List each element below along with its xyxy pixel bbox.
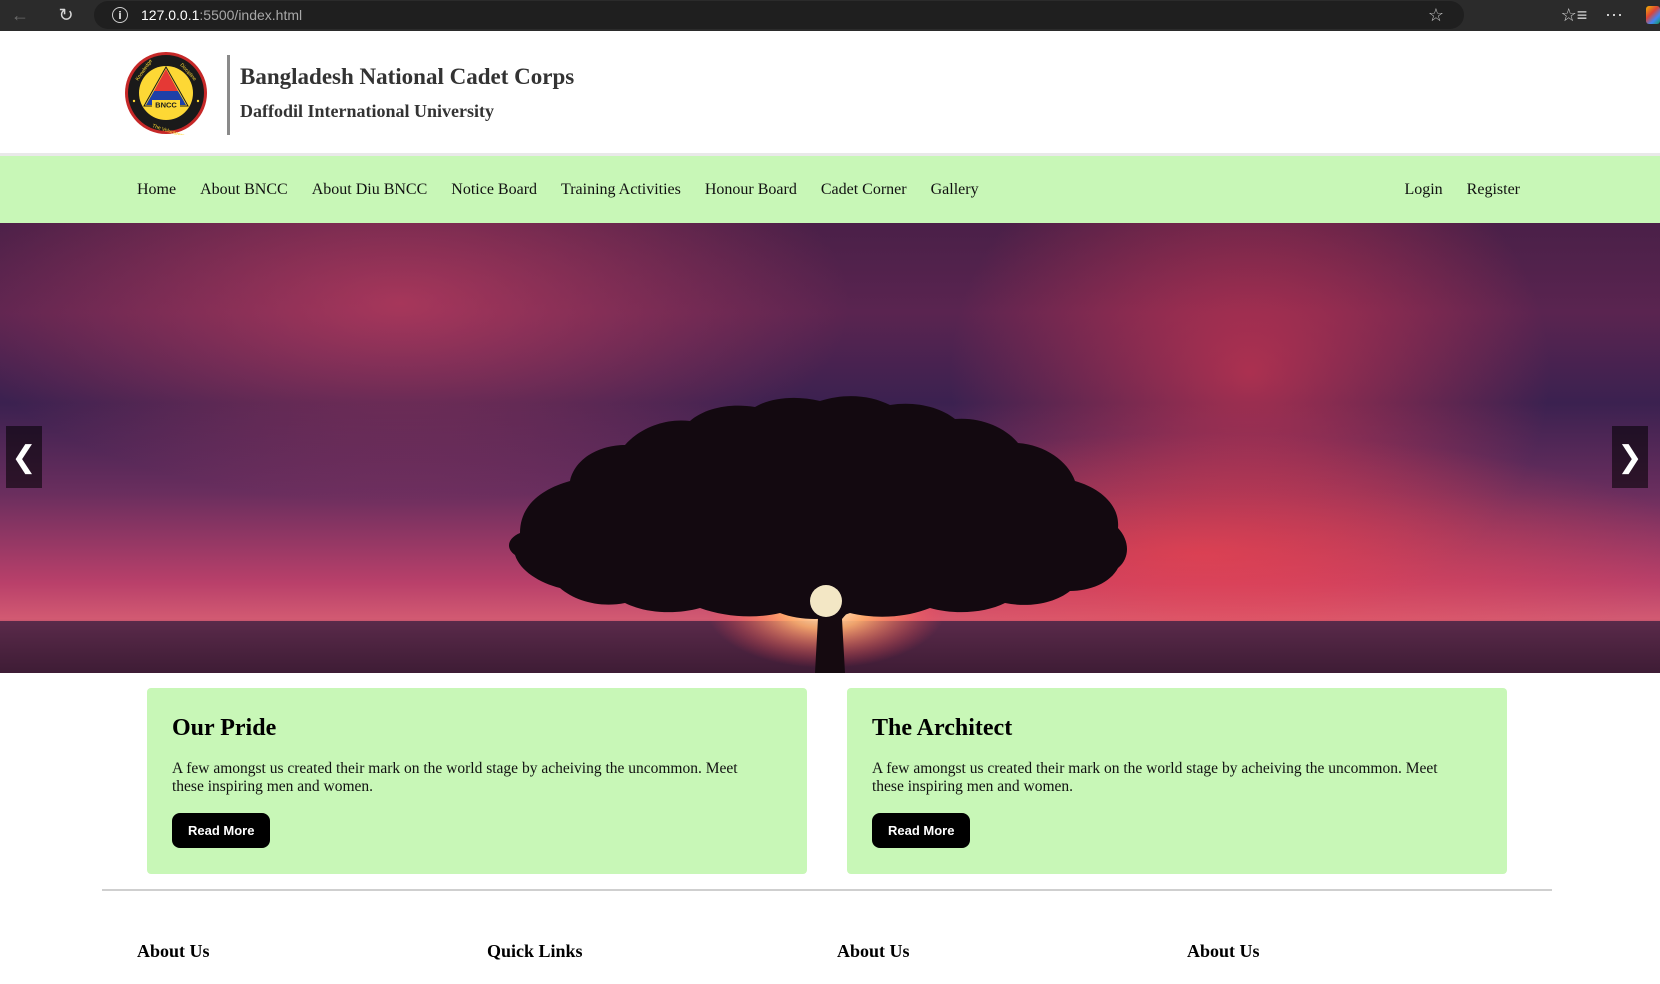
profile-icon[interactable]	[1646, 6, 1660, 24]
nav-honour-board[interactable]: Honour Board	[705, 181, 797, 199]
reload-icon[interactable]: ↻	[50, 0, 82, 31]
main-navbar: Home About BNCC About Diu BNCC Notice Bo…	[0, 153, 1660, 223]
nav-home[interactable]: Home	[137, 181, 176, 199]
chevron-right-icon: ❯	[1617, 439, 1643, 475]
slider-prev-button[interactable]: ❮	[6, 426, 42, 488]
footer-heading-about-us: About Us	[137, 941, 210, 961]
nav-notice-board[interactable]: Notice Board	[451, 181, 537, 199]
page: BNCC Knowledge Discipline The Volunteers…	[0, 31, 1660, 984]
info-icon[interactable]: i	[112, 7, 128, 23]
footer-heading-about-us: About Us	[837, 941, 910, 961]
chevron-left-icon: ❮	[11, 439, 37, 475]
nav-training-activities[interactable]: Training Activities	[561, 181, 681, 199]
nav-register[interactable]: Register	[1467, 181, 1520, 199]
footer: About Us Quick Links About Us About Us	[0, 941, 1660, 981]
footer-heading-about-us: About Us	[1187, 941, 1260, 961]
card-the-architect: The Architect A few amongst us created t…	[847, 688, 1507, 874]
hero-slider: ❮ ❯	[0, 223, 1660, 673]
footer-heading-quick-links: Quick Links	[487, 941, 583, 961]
footer-divider	[102, 889, 1552, 891]
logo-text: BNCC	[155, 101, 177, 110]
site-subtitle: Daffodil International University	[240, 101, 494, 121]
nav-about-diu-bncc[interactable]: About Diu BNCC	[312, 181, 428, 199]
card-our-pride: Our Pride A few amongst us created their…	[147, 688, 807, 874]
site-header: BNCC Knowledge Discipline The Volunteers…	[0, 31, 1660, 153]
card-title: The Architect	[872, 715, 1013, 741]
card-text: A few amongst us created their mark on t…	[872, 760, 1438, 795]
address-bar[interactable]: i 127.0.0.1:5500/index.html ☆	[94, 1, 1464, 29]
nav-cadet-corner[interactable]: Cadet Corner	[821, 181, 907, 199]
url-host: 127.0.0.1	[141, 7, 200, 23]
site-title: Bangladesh National Cadet Corps	[240, 64, 575, 89]
brand-divider	[227, 55, 230, 135]
card-text: A few amongst us created their mark on t…	[172, 760, 738, 795]
nav-right-group: Login Register	[1380, 156, 1520, 223]
browser-toolbar: ← ↻ i 127.0.0.1:5500/index.html ☆ ☆≡ ⋯	[0, 0, 1660, 31]
nav-about-bncc[interactable]: About BNCC	[200, 181, 288, 199]
nav-login[interactable]: Login	[1404, 181, 1442, 199]
feature-cards: Our Pride A few amongst us created their…	[0, 688, 1660, 874]
tree-silhouette-image	[508, 396, 1127, 673]
back-arrow-icon[interactable]: ←	[4, 0, 36, 31]
nav-gallery[interactable]: Gallery	[931, 181, 979, 199]
star-icon[interactable]: ☆	[1428, 5, 1444, 26]
card-title: Our Pride	[172, 715, 277, 741]
nav-left-group: Home About BNCC About Diu BNCC Notice Bo…	[137, 156, 1003, 223]
favorites-icon[interactable]: ☆≡	[1558, 0, 1590, 31]
read-more-button[interactable]: Read More	[172, 813, 271, 848]
bncc-logo[interactable]: BNCC Knowledge Discipline The Volunteers	[124, 51, 208, 135]
url-path: :5500/index.html	[199, 7, 303, 23]
slider-next-button[interactable]: ❯	[1612, 426, 1648, 488]
more-icon[interactable]: ⋯	[1598, 0, 1630, 31]
read-more-button[interactable]: Read More	[872, 813, 971, 848]
